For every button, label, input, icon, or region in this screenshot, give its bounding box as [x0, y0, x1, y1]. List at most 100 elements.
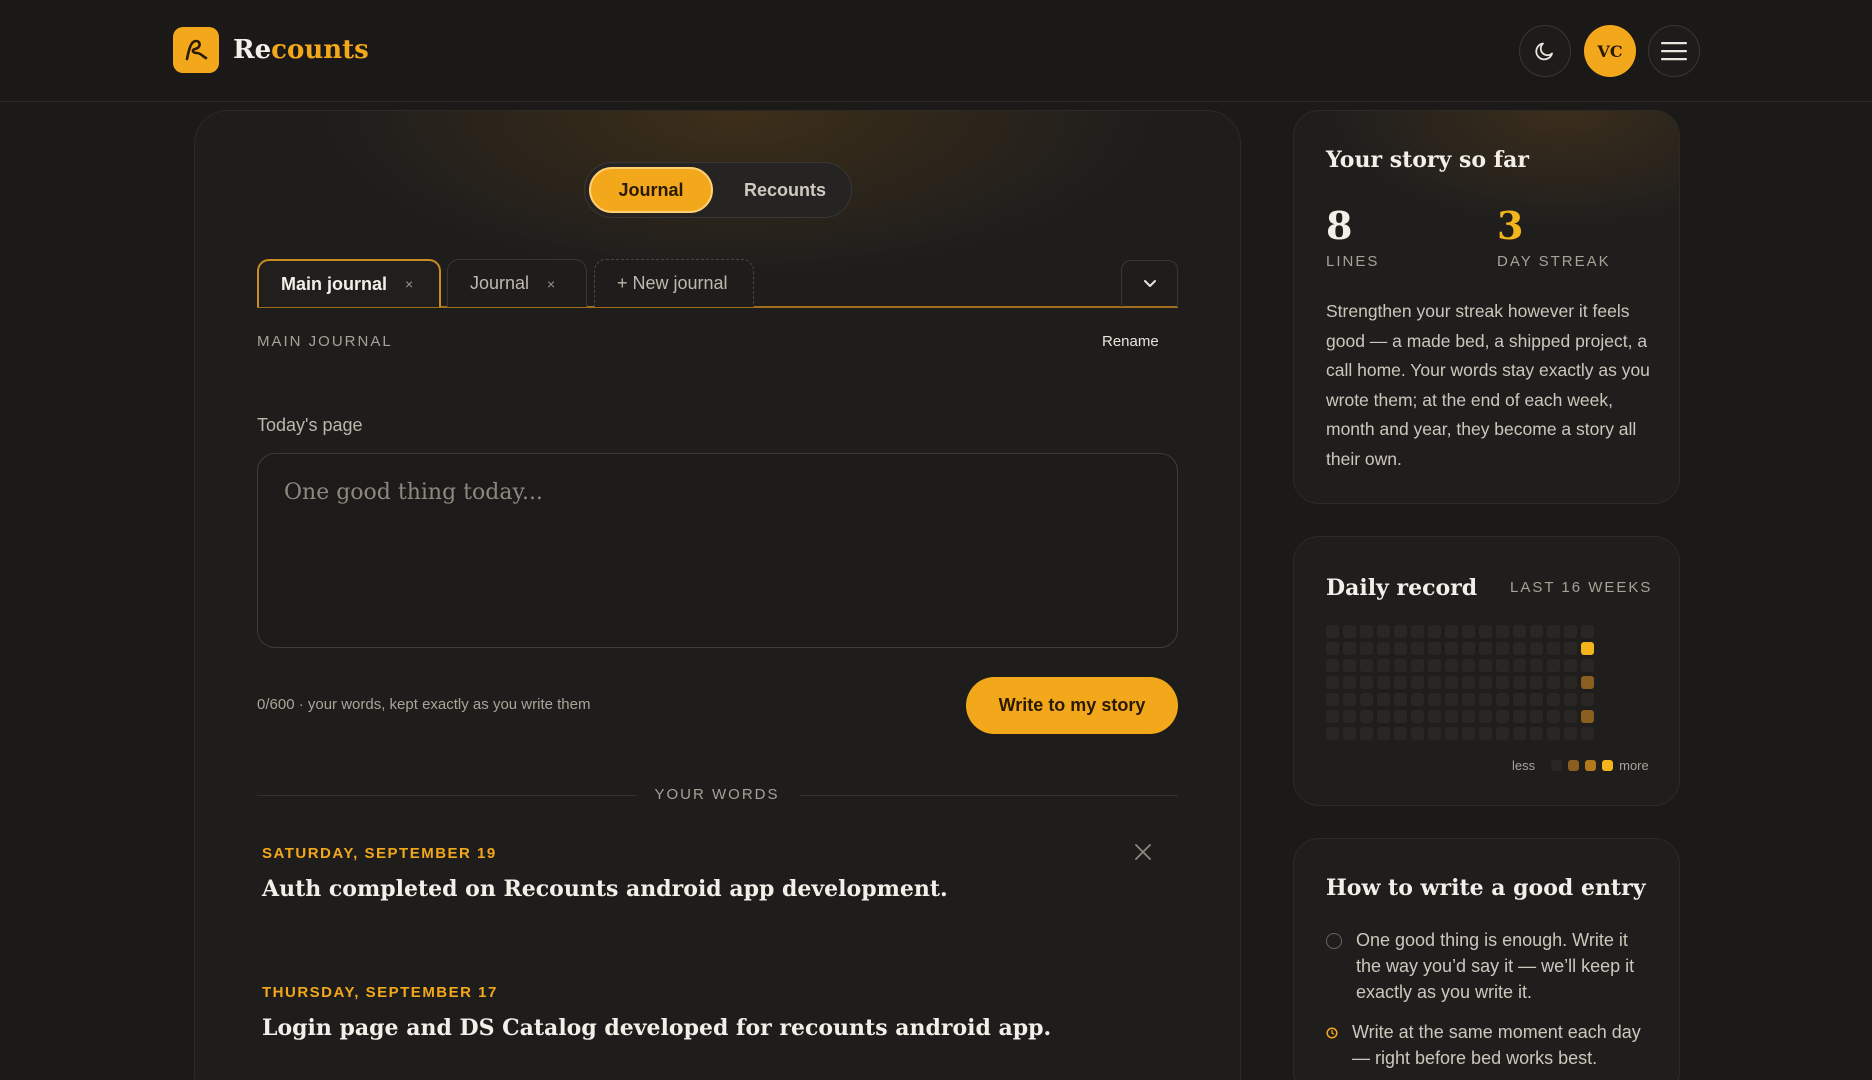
entry-date: SATURDAY, SEPTEMBER 19 [262, 845, 497, 862]
heatmap-cell [1428, 693, 1441, 706]
heatmap-cell [1394, 676, 1407, 689]
heatmap-cell [1547, 642, 1560, 655]
heatmap-cell [1513, 659, 1526, 672]
howto-item: Write at the same moment each day — righ… [1326, 1019, 1656, 1071]
heatmap-cell [1547, 727, 1560, 740]
legend-more: more [1619, 758, 1649, 773]
heatmap-cell [1513, 625, 1526, 638]
tab-label: Journal [470, 273, 530, 293]
heatmap-cell [1394, 727, 1407, 740]
heatmap-cell [1360, 676, 1373, 689]
tab-main-journal[interactable]: Main journal × [257, 259, 441, 307]
story-description: Strengthen your streak however it feels … [1326, 301, 1650, 469]
legend-level-1 [1568, 760, 1580, 771]
brand[interactable]: Recounts [173, 27, 369, 73]
avatar[interactable]: VC [1584, 25, 1636, 77]
heatmap-cell [1581, 676, 1594, 689]
mode-toggle: Journal Recounts [584, 162, 852, 218]
howto-text: One good thing is enough. Write it the w… [1356, 930, 1635, 1002]
tab-journal[interactable]: Journal × [447, 259, 587, 307]
heatmap-cell [1445, 693, 1458, 706]
close-icon[interactable]: × [405, 276, 413, 292]
close-icon[interactable]: × [547, 276, 555, 292]
heatmap-cell [1343, 642, 1356, 655]
heatmap-cell [1326, 642, 1339, 655]
heatmap-cell [1564, 710, 1577, 723]
howto-text: Write at the same moment each day — righ… [1352, 1022, 1641, 1068]
heatmap-cell [1581, 659, 1594, 672]
tab-new-journal[interactable]: + New journal [594, 259, 754, 307]
heatmap-cell [1394, 659, 1407, 672]
heatmap-cell [1445, 659, 1458, 672]
heatmap-cell [1377, 625, 1390, 638]
heatmap-cell [1581, 727, 1594, 740]
heatmap-cell [1530, 693, 1543, 706]
tabs-dropdown-button[interactable] [1121, 260, 1178, 307]
heatmap-cell [1564, 642, 1577, 655]
lines-label: LINES [1326, 253, 1380, 270]
heatmap-cell [1394, 693, 1407, 706]
heatmap-legend: less more [1512, 758, 1649, 773]
heatmap-cell [1513, 710, 1526, 723]
heatmap-cell [1377, 710, 1390, 723]
heatmap-cell [1326, 659, 1339, 672]
heatmap-cell [1496, 727, 1509, 740]
heatmap-cell [1360, 693, 1373, 706]
heatmap-cell [1479, 659, 1492, 672]
heatmap-cell [1530, 727, 1543, 740]
logo-icon [173, 27, 219, 73]
theme-toggle-button[interactable] [1519, 25, 1571, 77]
heatmap-cell [1581, 625, 1594, 638]
heatmap-cell [1564, 659, 1577, 672]
heatmap-cell [1479, 625, 1492, 638]
menu-button[interactable] [1648, 25, 1700, 77]
heatmap-cell [1377, 693, 1390, 706]
heatmap-cell [1411, 710, 1424, 723]
heatmap-cell [1581, 693, 1594, 706]
heatmap-cell [1326, 676, 1339, 689]
delete-entry-icon[interactable] [1134, 843, 1152, 861]
heatmap-cell [1428, 625, 1441, 638]
heatmap-cell [1360, 710, 1373, 723]
heatmap-cell [1530, 676, 1543, 689]
tab-label: Main journal [281, 273, 388, 294]
heatmap-cell [1428, 710, 1441, 723]
heatmap-cell [1530, 659, 1543, 672]
heatmap-cell [1479, 710, 1492, 723]
heatmap-cell [1547, 710, 1560, 723]
heatmap-cell [1564, 727, 1577, 740]
record-range: LAST 16 WEEKS [1510, 579, 1653, 596]
heatmap-cell [1326, 727, 1339, 740]
heatmap-cell [1462, 710, 1475, 723]
streak-count: 3 [1497, 203, 1524, 248]
entry-text: Login page and DS Catalog developed for … [262, 1015, 1052, 1041]
heatmap-cell [1530, 710, 1543, 723]
heatmap-cell [1326, 693, 1339, 706]
heatmap-cell [1479, 642, 1492, 655]
heatmap-cell [1428, 659, 1441, 672]
chevron-down-icon [1143, 280, 1156, 287]
heatmap-cell [1377, 727, 1390, 740]
write-to-story-button[interactable]: Write to my story [966, 677, 1178, 734]
daily-record-card: Daily record LAST 16 WEEKS less more [1293, 536, 1680, 806]
lines-count: 8 [1326, 203, 1353, 248]
heatmap-cell [1428, 642, 1441, 655]
heatmap-cell [1462, 625, 1475, 638]
heatmap-cell [1445, 642, 1458, 655]
rename-button[interactable]: Rename [1102, 333, 1159, 350]
heatmap-cell [1411, 642, 1424, 655]
heatmap-cell [1326, 625, 1339, 638]
heatmap-cell [1343, 659, 1356, 672]
top-bar: Recounts VC [0, 0, 1872, 102]
heatmap-cell [1428, 676, 1441, 689]
mode-journal-button[interactable]: Journal [589, 167, 713, 213]
hamburger-icon [1661, 42, 1687, 61]
mode-recounts-button[interactable]: Recounts [723, 167, 847, 213]
heatmap-cell [1496, 659, 1509, 672]
heatmap-cell [1479, 676, 1492, 689]
heatmap-cell [1547, 659, 1560, 672]
entry-textarea[interactable]: One good thing today... [257, 453, 1178, 648]
heatmap-cell [1479, 727, 1492, 740]
heatmap-cell [1530, 625, 1543, 638]
heatmap-cell [1445, 625, 1458, 638]
